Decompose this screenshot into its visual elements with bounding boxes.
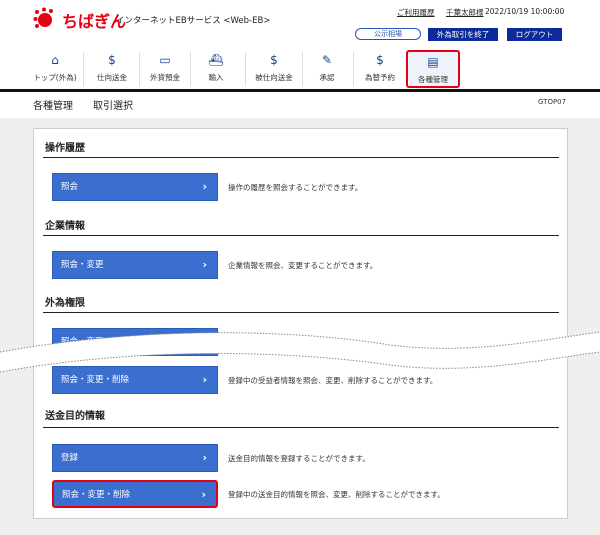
omission-cut — [0, 331, 600, 373]
